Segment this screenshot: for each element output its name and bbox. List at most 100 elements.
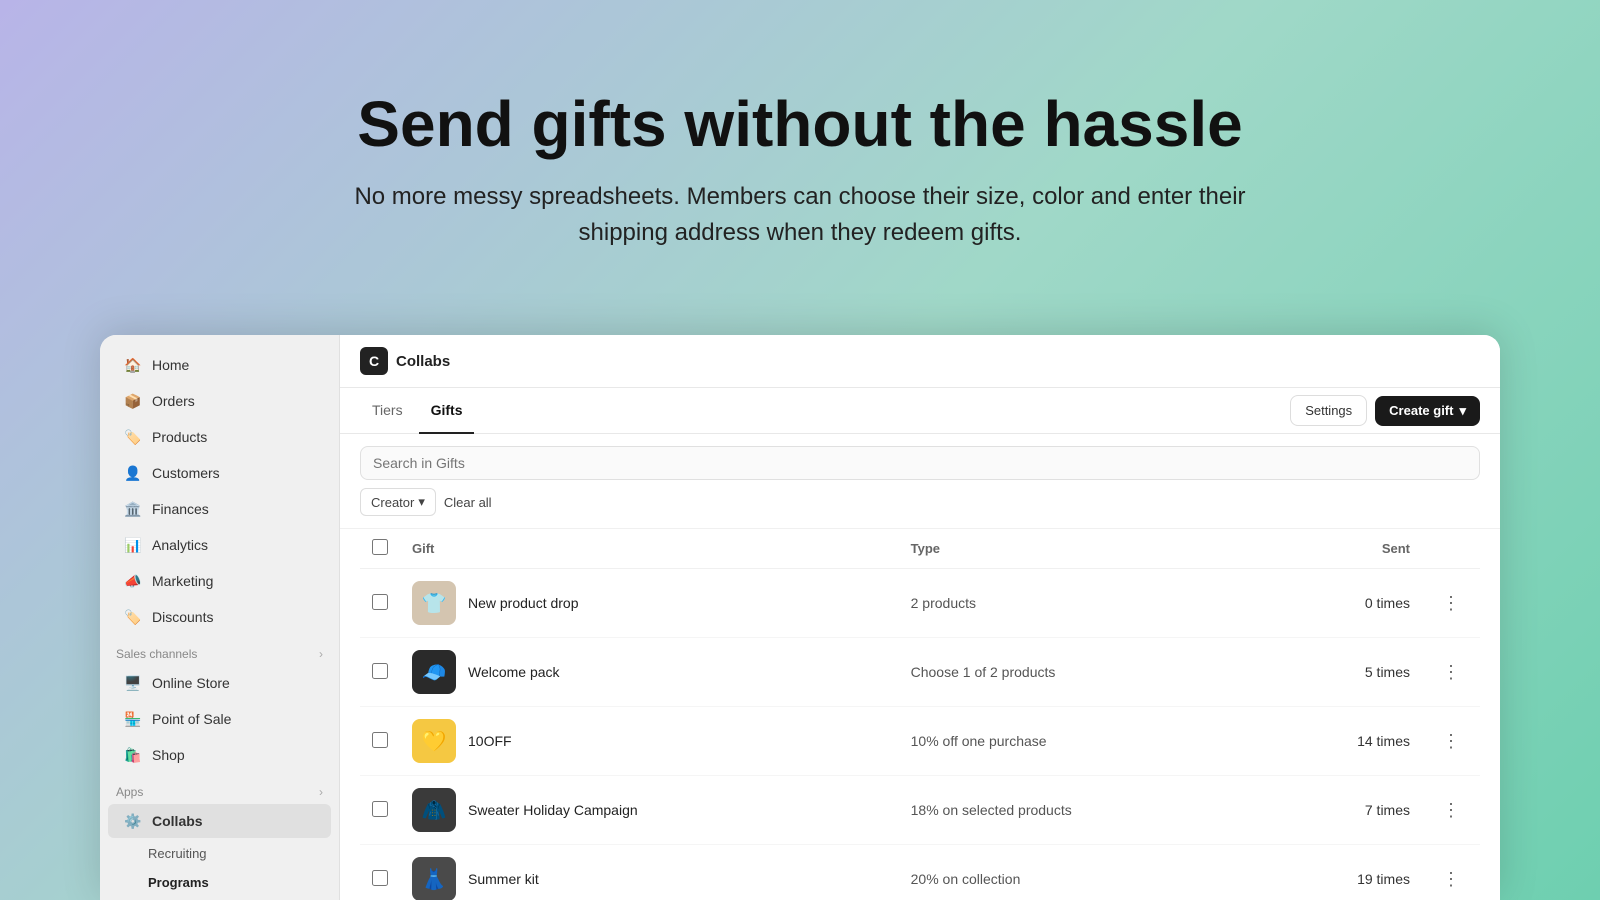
- sidebar-item-discounts[interactable]: 🏷️ Discounts: [108, 600, 331, 634]
- products-icon: 🏷️: [124, 428, 142, 446]
- gift-thumbnail-4: 🧥: [412, 788, 456, 832]
- more-options-button-2[interactable]: ⋮: [1434, 658, 1468, 687]
- search-input[interactable]: [360, 446, 1480, 480]
- sidebar-item-online-store[interactable]: 🖥️ Online Store: [108, 666, 331, 700]
- creator-filter-chip[interactable]: Creator ▾: [360, 488, 436, 516]
- sidebar-item-shop[interactable]: 🛍️ Shop: [108, 738, 331, 772]
- thumb-icon-1: 👕: [422, 591, 447, 616]
- tabs-left: Tiers Gifts: [360, 388, 474, 433]
- main-content: C Collabs Tiers Gifts Settings Cr: [340, 335, 1500, 900]
- marketing-icon: 📣: [124, 572, 142, 590]
- content-area: Tiers Gifts Settings Create gift ▾: [340, 388, 1500, 900]
- more-options-button-5[interactable]: ⋮: [1434, 865, 1468, 894]
- table-row: 🧥 Sweater Holiday Campaign 18% on select…: [360, 776, 1480, 845]
- gifts-table: Gift Type Sent: [360, 529, 1480, 900]
- sidebar: 🏠 Home 📦 Orders 🏷️ Products 👤 Customers …: [100, 335, 340, 900]
- row-checkbox-3[interactable]: [372, 732, 388, 748]
- gift-thumbnail-2: 🧢: [412, 650, 456, 694]
- sidebar-label-marketing: Marketing: [152, 573, 213, 589]
- discounts-icon: 🏷️: [124, 608, 142, 626]
- sidebar-label-collabs: Collabs: [152, 813, 203, 829]
- tab-tiers[interactable]: Tiers: [360, 388, 415, 434]
- table-row: 🧢 Welcome pack Choose 1 of 2 products 5 …: [360, 638, 1480, 707]
- gift-actions-3: ⋮: [1422, 707, 1480, 776]
- customers-icon: 👤: [124, 464, 142, 482]
- sidebar-label-analytics: Analytics: [152, 537, 208, 553]
- tabs-right: Settings Create gift ▾: [1290, 395, 1480, 426]
- app-name: Collabs: [396, 353, 450, 370]
- gift-sent-3: 14 times: [1268, 707, 1422, 776]
- sidebar-subitem-recruiting[interactable]: Recruiting: [108, 840, 331, 867]
- gift-name-3: 10OFF: [468, 733, 512, 749]
- sidebar-label-finances: Finances: [152, 501, 209, 517]
- thumb-icon-4: 🧥: [422, 798, 447, 823]
- row-checkbox-cell: [360, 638, 400, 707]
- table-row: 👕 New product drop 2 products 0 times ⋮: [360, 569, 1480, 638]
- create-gift-button[interactable]: Create gift ▾: [1375, 396, 1480, 426]
- thumb-icon-3: 💛: [422, 729, 447, 754]
- gift-type-1: 2 products: [899, 569, 1269, 638]
- gift-actions-4: ⋮: [1422, 776, 1480, 845]
- row-checkbox-5[interactable]: [372, 870, 388, 886]
- gift-sent-1: 0 times: [1268, 569, 1422, 638]
- gift-type-3: 10% off one purchase: [899, 707, 1269, 776]
- gift-name-2: Welcome pack: [468, 664, 560, 680]
- tab-gifts[interactable]: Gifts: [419, 388, 475, 434]
- actions-col-header: [1422, 529, 1480, 569]
- gift-name-4: Sweater Holiday Campaign: [468, 802, 638, 818]
- table-row: 💛 10OFF 10% off one purchase 14 times ⋮: [360, 707, 1480, 776]
- top-bar: C Collabs: [340, 335, 1500, 388]
- sidebar-item-customers[interactable]: 👤 Customers: [108, 456, 331, 490]
- gift-actions-5: ⋮: [1422, 845, 1480, 900]
- more-options-button-4[interactable]: ⋮: [1434, 796, 1468, 825]
- row-checkbox-cell: [360, 707, 400, 776]
- hero-title: Send gifts without the hassle: [357, 89, 1242, 159]
- app-logo: C: [360, 347, 388, 375]
- gift-name-cell-2: 🧢 Welcome pack: [400, 638, 899, 707]
- sidebar-label-online-store: Online Store: [152, 675, 230, 691]
- row-checkbox-2[interactable]: [372, 663, 388, 679]
- row-checkbox-cell: [360, 776, 400, 845]
- gift-actions-1: ⋮: [1422, 569, 1480, 638]
- sent-col-header: Sent: [1268, 529, 1422, 569]
- tabs-bar: Tiers Gifts Settings Create gift ▾: [340, 388, 1500, 434]
- row-checkbox-1[interactable]: [372, 594, 388, 610]
- row-checkbox-cell: [360, 569, 400, 638]
- gift-sent-4: 7 times: [1268, 776, 1422, 845]
- gift-thumbnail-3: 💛: [412, 719, 456, 763]
- sidebar-item-marketing[interactable]: 📣 Marketing: [108, 564, 331, 598]
- gift-name-1: New product drop: [468, 595, 579, 611]
- sidebar-item-collabs[interactable]: ⚙️ Collabs: [108, 804, 331, 838]
- sales-channels-arrow: ›: [319, 647, 323, 661]
- chevron-down-icon: ▾: [418, 494, 425, 510]
- online-store-icon: 🖥️: [124, 674, 142, 692]
- gift-name-cell-4: 🧥 Sweater Holiday Campaign: [400, 776, 899, 845]
- sidebar-item-home[interactable]: 🏠 Home: [108, 348, 331, 382]
- sidebar-item-finances[interactable]: 🏛️ Finances: [108, 492, 331, 526]
- apps-label: Apps: [116, 785, 143, 799]
- sidebar-item-orders[interactable]: 📦 Orders: [108, 384, 331, 418]
- hero-subtitle: No more messy spreadsheets. Members can …: [350, 179, 1250, 251]
- gift-type-2: Choose 1 of 2 products: [899, 638, 1269, 707]
- apps-arrow: ›: [319, 785, 323, 799]
- row-checkbox-cell: [360, 845, 400, 900]
- sidebar-item-point-of-sale[interactable]: 🏪 Point of Sale: [108, 702, 331, 736]
- sidebar-item-analytics[interactable]: 📊 Analytics: [108, 528, 331, 562]
- sidebar-label-customers: Customers: [152, 465, 220, 481]
- sidebar-label-discounts: Discounts: [152, 609, 213, 625]
- gift-name-cell-1: 👕 New product drop: [400, 569, 899, 638]
- shop-icon: 🛍️: [124, 746, 142, 764]
- select-all-checkbox[interactable]: [372, 539, 388, 555]
- sidebar-label-programs: Programs: [148, 875, 209, 890]
- analytics-icon: 📊: [124, 536, 142, 554]
- more-options-button-3[interactable]: ⋮: [1434, 727, 1468, 756]
- home-icon: 🏠: [124, 356, 142, 374]
- clear-all-button[interactable]: Clear all: [444, 495, 492, 510]
- row-checkbox-4[interactable]: [372, 801, 388, 817]
- more-options-button-1[interactable]: ⋮: [1434, 589, 1468, 618]
- sidebar-item-products[interactable]: 🏷️ Products: [108, 420, 331, 454]
- sales-channels-section: Sales channels ›: [100, 635, 339, 665]
- chevron-down-icon: ▾: [1459, 403, 1466, 419]
- sidebar-subitem-programs[interactable]: Programs: [108, 869, 331, 896]
- settings-button[interactable]: Settings: [1290, 395, 1367, 426]
